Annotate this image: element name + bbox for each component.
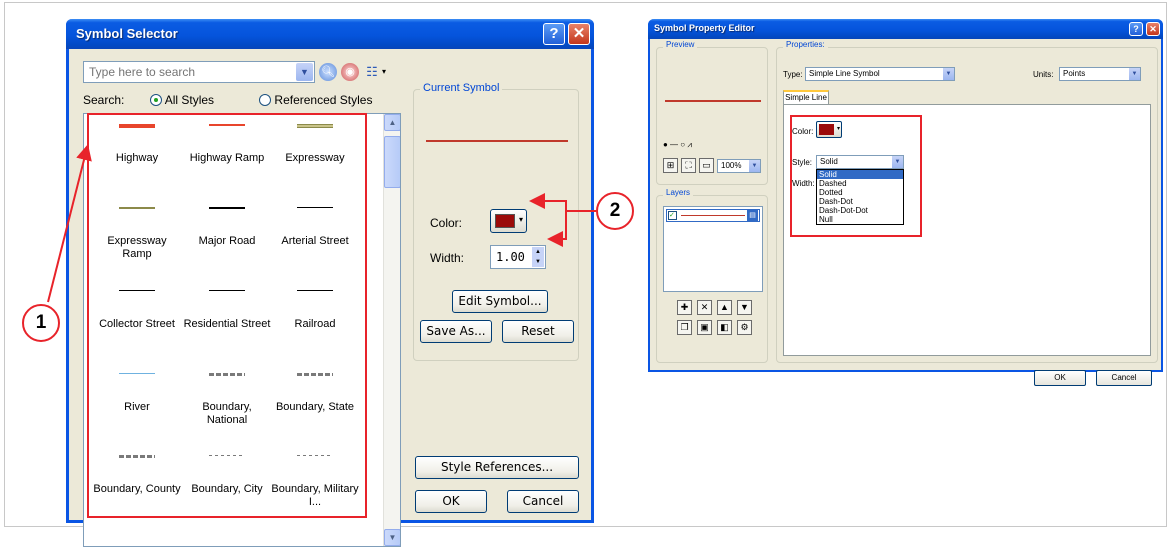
units-value: Points: [1063, 69, 1086, 78]
property-editor-close-button[interactable]: ✕: [1146, 22, 1160, 36]
move-layer-up-icon[interactable]: ▲: [717, 300, 732, 315]
preview-group: Preview ● — ○ ⩘ ⊞ ⛶ ▭ 100% ▼: [656, 40, 768, 185]
ok-button[interactable]: OK: [415, 490, 487, 513]
reset-button[interactable]: Reset: [502, 320, 574, 343]
current-symbol-group: Current Symbol Color: ▾ Width: 1.00 ▲ ▼ …: [413, 82, 579, 361]
property-editor-titlebar[interactable]: Symbol Property Editor ? ✕: [648, 19, 1163, 39]
search-scope-row: Search: All Styles Referenced Styles: [83, 93, 372, 107]
preview-mode-toggle[interactable]: ● — ○ ⩘: [663, 140, 692, 150]
add-layer-icon[interactable]: ✚: [677, 300, 692, 315]
help-button[interactable]: ?: [543, 23, 565, 45]
zoom-dropdown-icon[interactable]: ▼: [749, 160, 760, 172]
layers-group: Layers ✓ ▤ ✚ ✕ ▲ ▼ ❐ ▣ ◧ ⚙: [656, 188, 768, 363]
all-styles-label: All Styles: [164, 93, 215, 107]
layers-legend: Layers: [663, 188, 694, 197]
layer-settings-icon[interactable]: ⚙: [737, 320, 752, 335]
style-references-button[interactable]: Style References...: [415, 456, 579, 479]
callout-2: 2: [596, 192, 634, 230]
view-options-dropdown-icon[interactable]: ▾: [379, 63, 389, 81]
radio-unselected-icon[interactable]: [259, 94, 272, 106]
save-as-button[interactable]: Save As...: [420, 320, 492, 343]
type-dropdown-icon[interactable]: ▼: [943, 68, 954, 80]
search-label: Search:: [83, 93, 125, 107]
tab-simple-line[interactable]: Simple Line: [783, 90, 829, 104]
style-options-highlight: [790, 115, 922, 237]
scroll-thumb[interactable]: [384, 136, 400, 188]
units-label: Units:: [1033, 70, 1054, 79]
advanced-search-icon[interactable]: ◉: [341, 63, 359, 81]
scroll-up-icon[interactable]: ▲: [384, 114, 400, 131]
preview-line: [665, 100, 761, 102]
scroll-down-icon[interactable]: ▼: [384, 529, 400, 546]
layer-checkbox[interactable]: ✓: [668, 211, 677, 220]
layer-row[interactable]: ✓ ▤: [666, 209, 760, 222]
copy-layer-icon[interactable]: ❐: [677, 320, 692, 335]
search-dropdown-arrow-icon[interactable]: ▼: [296, 63, 313, 81]
type-label: Type:: [783, 70, 803, 79]
referenced-styles-label: Referenced Styles: [274, 93, 373, 107]
zoom-full-icon[interactable]: ⛶: [681, 158, 696, 173]
symbol-selector-titlebar[interactable]: Symbol Selector ? ✕: [66, 19, 594, 49]
callout-1: 1: [22, 304, 60, 342]
color-swatch: [495, 214, 515, 228]
remove-layer-icon[interactable]: ✕: [697, 300, 712, 315]
current-symbol-legend: Current Symbol: [420, 82, 503, 94]
zoom-value: 100%: [721, 161, 742, 170]
zoom-actual-icon[interactable]: ▭: [699, 158, 714, 173]
color-label: Color:: [430, 216, 463, 230]
width-spinner[interactable]: 1.00 ▲ ▼: [490, 245, 546, 269]
edit-symbol-button[interactable]: Edit Symbol...: [452, 290, 548, 313]
layers-list[interactable]: ✓ ▤: [663, 206, 763, 292]
color-picker-button[interactable]: ▾: [490, 209, 527, 233]
tab-simple-line-label: Simple Line: [785, 93, 827, 102]
units-dropdown-icon[interactable]: ▼: [1129, 68, 1140, 80]
units-select[interactable]: Points ▼: [1059, 67, 1141, 81]
lock-layer-icon[interactable]: ◧: [717, 320, 732, 335]
property-editor-help-button[interactable]: ?: [1129, 22, 1143, 36]
color-dropdown-icon: ▾: [518, 215, 523, 224]
referenced-styles-radio[interactable]: Referenced Styles: [259, 93, 372, 107]
zoom-fit-icon[interactable]: ⊞: [663, 158, 678, 173]
cancel-button[interactable]: Cancel: [507, 490, 579, 513]
property-editor-ok-button[interactable]: OK: [1034, 370, 1086, 386]
layer-line-preview: [681, 215, 745, 216]
radio-selected-icon[interactable]: [149, 94, 162, 106]
current-symbol-preview-line: [426, 140, 568, 142]
paste-layer-icon[interactable]: ▣: [697, 320, 712, 335]
layer-properties-icon[interactable]: ▤: [747, 210, 758, 221]
spin-up-icon[interactable]: ▲: [532, 247, 544, 257]
spin-down-icon[interactable]: ▼: [532, 257, 544, 267]
type-value: Simple Line Symbol: [809, 69, 880, 78]
preview-legend: Preview: [663, 40, 698, 49]
window-title: Symbol Selector: [76, 26, 178, 41]
symbol-list-highlight: [87, 113, 367, 518]
search-input[interactable]: [87, 63, 297, 81]
property-editor-cancel-button[interactable]: Cancel: [1096, 370, 1152, 386]
width-label: Width:: [430, 251, 465, 265]
zoom-select[interactable]: 100% ▼: [717, 159, 761, 173]
property-editor-title: Symbol Property Editor: [654, 23, 755, 33]
symbol-list-scrollbar[interactable]: ▲ ▼: [383, 114, 400, 546]
all-styles-radio[interactable]: All Styles: [149, 93, 215, 107]
width-value[interactable]: 1.00: [496, 250, 525, 264]
search-combobox[interactable]: ▼: [83, 61, 315, 83]
move-layer-down-icon[interactable]: ▼: [737, 300, 752, 315]
type-select[interactable]: Simple Line Symbol ▼: [805, 67, 955, 81]
properties-legend: Properties:: [783, 40, 828, 49]
search-icon[interactable]: 🔍︎: [319, 63, 337, 81]
close-button[interactable]: ✕: [568, 23, 590, 45]
